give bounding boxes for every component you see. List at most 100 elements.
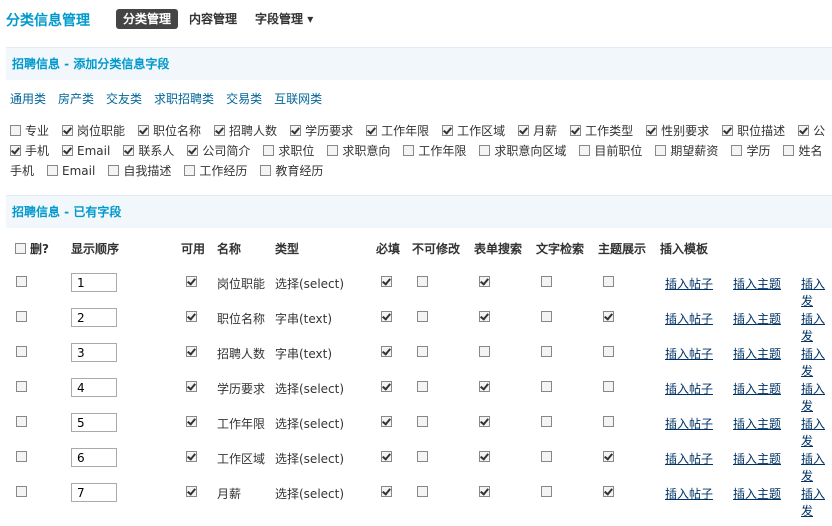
order-input[interactable]	[71, 448, 117, 467]
required-checkbox[interactable]	[381, 311, 392, 322]
delete-checkbox[interactable]	[16, 346, 27, 357]
field-option[interactable]: Email	[47, 162, 95, 179]
field-checkbox[interactable]	[187, 145, 199, 156]
category-link[interactable]: 交易类	[226, 90, 262, 107]
topic-show-checkbox[interactable]	[603, 346, 614, 357]
category-link[interactable]: 房产类	[58, 90, 94, 107]
field-checkbox[interactable]	[62, 145, 74, 156]
field-option[interactable]: 手机	[10, 162, 34, 179]
field-option[interactable]: 专业	[10, 122, 49, 139]
field-option[interactable]: 联系人	[123, 142, 174, 159]
enabled-checkbox[interactable]	[186, 486, 197, 497]
field-checkbox[interactable]	[108, 165, 120, 176]
field-option[interactable]: 工作年限	[366, 122, 429, 139]
field-option[interactable]: 职位描述	[722, 122, 785, 139]
order-input[interactable]	[71, 413, 117, 432]
field-option[interactable]: 月薪	[518, 122, 557, 139]
insert-other-link[interactable]: 插入发	[801, 380, 832, 414]
field-checkbox[interactable]	[646, 125, 658, 136]
insert-post-link[interactable]: 插入帖子	[665, 310, 713, 327]
delete-checkbox[interactable]	[16, 416, 27, 427]
topic-show-checkbox[interactable]	[603, 486, 614, 497]
delete-checkbox[interactable]	[16, 276, 27, 287]
insert-topic-link[interactable]: 插入主题	[733, 310, 781, 327]
insert-other-link[interactable]: 插入发	[801, 310, 832, 344]
field-option[interactable]: 工作经历	[184, 162, 247, 179]
required-checkbox[interactable]	[381, 276, 392, 287]
readonly-checkbox[interactable]	[417, 346, 428, 357]
text-search-checkbox[interactable]	[541, 451, 552, 462]
nav-tab[interactable]: 内容管理	[182, 9, 244, 29]
insert-other-link[interactable]: 插入发	[801, 485, 832, 519]
category-link[interactable]: 互联网类	[274, 90, 322, 107]
required-checkbox[interactable]	[381, 486, 392, 497]
field-option[interactable]: Email	[62, 142, 110, 159]
insert-post-link[interactable]: 插入帖子	[665, 275, 713, 292]
insert-topic-link[interactable]: 插入主题	[733, 380, 781, 397]
insert-other-link[interactable]: 插入发	[801, 415, 832, 449]
field-checkbox[interactable]	[722, 125, 734, 136]
category-link[interactable]: 求职招聘类	[154, 90, 214, 107]
field-option[interactable]: 职位名称	[138, 122, 201, 139]
category-link[interactable]: 交友类	[106, 90, 142, 107]
field-option[interactable]: 性别要求	[646, 122, 709, 139]
category-link[interactable]: 通用类	[10, 90, 46, 107]
field-option[interactable]: 自我描述	[108, 162, 171, 179]
delete-checkbox[interactable]	[16, 451, 27, 462]
field-checkbox[interactable]	[10, 145, 21, 156]
text-search-checkbox[interactable]	[541, 486, 552, 497]
insert-post-link[interactable]: 插入帖子	[665, 485, 713, 502]
required-checkbox[interactable]	[381, 346, 392, 357]
enabled-checkbox[interactable]	[186, 451, 197, 462]
insert-topic-link[interactable]: 插入主题	[733, 275, 781, 292]
enabled-checkbox[interactable]	[186, 381, 197, 392]
nav-tab[interactable]: 分类管理	[116, 9, 179, 29]
field-checkbox[interactable]	[184, 165, 196, 176]
delete-checkbox[interactable]	[16, 486, 27, 497]
field-checkbox[interactable]	[442, 125, 454, 136]
topic-show-checkbox[interactable]	[603, 451, 614, 462]
required-checkbox[interactable]	[381, 381, 392, 392]
field-checkbox[interactable]	[518, 125, 530, 136]
text-search-checkbox[interactable]	[541, 346, 552, 357]
order-input[interactable]	[71, 378, 117, 397]
field-checkbox[interactable]	[47, 165, 59, 176]
readonly-checkbox[interactable]	[417, 451, 428, 462]
text-search-checkbox[interactable]	[541, 416, 552, 427]
field-option[interactable]: 教育经历	[260, 162, 323, 179]
required-checkbox[interactable]	[381, 416, 392, 427]
field-option[interactable]: 工作类型	[570, 122, 633, 139]
readonly-checkbox[interactable]	[417, 381, 428, 392]
field-checkbox[interactable]	[260, 165, 272, 176]
field-checkbox[interactable]	[570, 125, 582, 136]
field-option[interactable]: 招聘人数	[214, 122, 277, 139]
order-input[interactable]	[71, 483, 117, 502]
field-checkbox[interactable]	[579, 145, 591, 156]
field-checkbox[interactable]	[263, 145, 275, 156]
order-input[interactable]	[71, 308, 117, 327]
readonly-checkbox[interactable]	[417, 416, 428, 427]
field-checkbox[interactable]	[731, 145, 743, 156]
required-checkbox[interactable]	[381, 451, 392, 462]
readonly-checkbox[interactable]	[417, 276, 428, 287]
field-option[interactable]: 求职位	[263, 142, 314, 159]
insert-topic-link[interactable]: 插入主题	[733, 345, 781, 362]
insert-other-link[interactable]: 插入发	[801, 345, 832, 379]
form-search-checkbox[interactable]	[479, 451, 490, 462]
field-checkbox[interactable]	[479, 145, 491, 156]
field-checkbox[interactable]	[403, 145, 415, 156]
field-option[interactable]: 手机	[10, 142, 49, 159]
form-search-checkbox[interactable]	[479, 486, 490, 497]
enabled-checkbox[interactable]	[186, 311, 197, 322]
field-option[interactable]: 学历	[731, 142, 770, 159]
nav-tab[interactable]: 字段管理 ▾	[248, 9, 320, 29]
insert-other-link[interactable]: 插入发	[801, 450, 832, 484]
insert-post-link[interactable]: 插入帖子	[665, 345, 713, 362]
field-option[interactable]: 姓名	[783, 142, 822, 159]
insert-topic-link[interactable]: 插入主题	[733, 450, 781, 467]
form-search-checkbox[interactable]	[479, 346, 490, 357]
delete-all-checkbox[interactable]	[15, 243, 26, 254]
readonly-checkbox[interactable]	[417, 486, 428, 497]
insert-topic-link[interactable]: 插入主题	[733, 485, 781, 502]
topic-show-checkbox[interactable]	[603, 381, 614, 392]
